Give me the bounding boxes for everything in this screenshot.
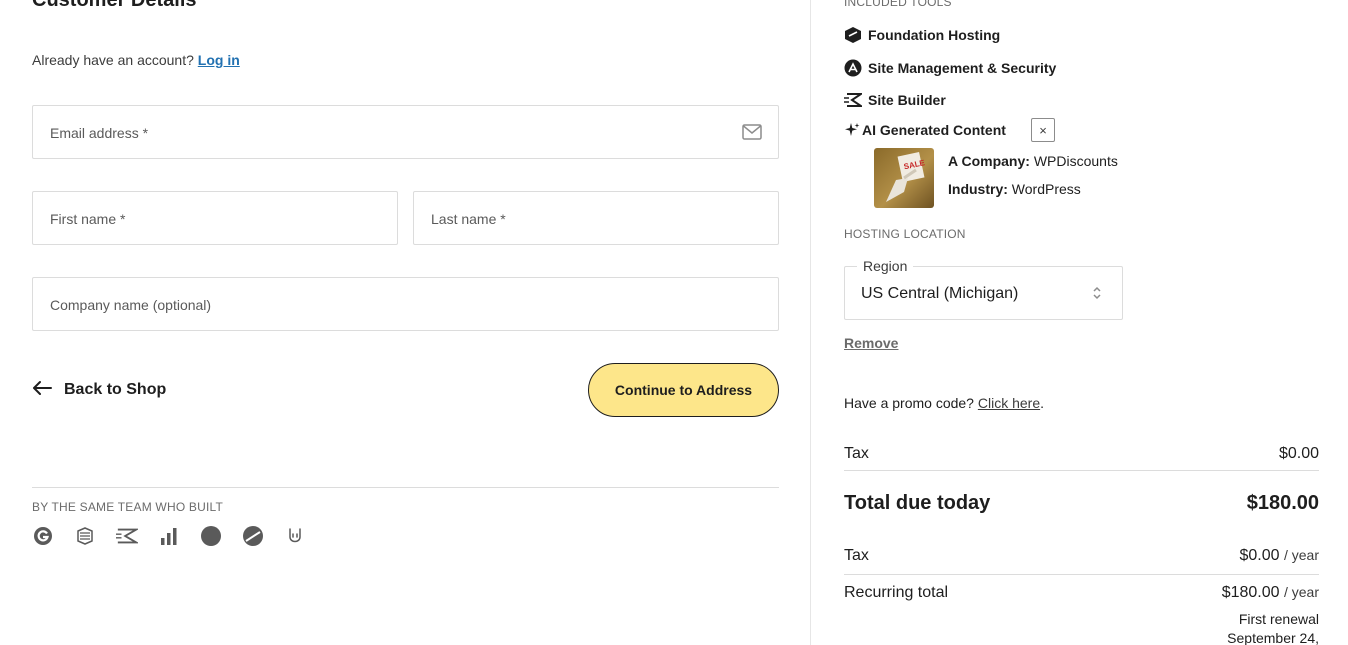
account-prompt-text: Already have an account? bbox=[32, 52, 194, 68]
frost-icon bbox=[74, 525, 96, 547]
tool-site-builder: Site Builder bbox=[844, 91, 946, 109]
tool-label: Foundation Hosting bbox=[868, 27, 1001, 43]
recurring-total-value: $180.00 bbox=[1221, 584, 1280, 601]
total-due-label: Total due today bbox=[844, 492, 991, 514]
brand-icons-row bbox=[32, 525, 306, 547]
customer-details-panel: Customer Details Already have an account… bbox=[0, 0, 811, 645]
email-field[interactable]: Email address * bbox=[32, 105, 779, 159]
tool-ai-content: AI Generated Content bbox=[844, 121, 1006, 139]
per-year-label: / year bbox=[1283, 547, 1319, 563]
promo-prompt: Have a promo code? bbox=[844, 395, 974, 411]
recurring-tax-amount: $0.00 / year bbox=[1239, 547, 1319, 565]
same-team-label: BY THE SAME TEAM WHO BUILT bbox=[32, 500, 224, 514]
slash-brand-icon bbox=[242, 525, 264, 547]
company-placeholder: Company name (optional) bbox=[50, 297, 212, 313]
genesis-icon bbox=[32, 525, 54, 547]
industry-meta: Industry: WordPress bbox=[948, 181, 1081, 197]
security-icon bbox=[844, 59, 862, 77]
tax-row: Tax $0.00 bbox=[844, 445, 1319, 463]
first-name-field[interactable]: First name * bbox=[32, 191, 398, 245]
included-tools-label: INCLUDED TOOLS bbox=[844, 0, 952, 9]
industry-value: WordPress bbox=[1011, 181, 1081, 197]
renewal-line-2: September 24, bbox=[1227, 630, 1319, 645]
last-name-field[interactable]: Last name * bbox=[413, 191, 779, 245]
sparkle-icon bbox=[844, 121, 860, 139]
page-title: Customer Details bbox=[32, 0, 197, 11]
arrow-left-icon bbox=[32, 380, 52, 401]
footer-divider bbox=[32, 487, 779, 488]
first-name-placeholder: First name * bbox=[50, 211, 126, 227]
account-prompt: Already have an account? Log in bbox=[32, 51, 240, 69]
promo-suffix: . bbox=[1040, 395, 1044, 411]
back-to-shop-link[interactable]: Back to Shop bbox=[32, 378, 166, 402]
analytics-icon bbox=[158, 525, 180, 547]
recurring-tax-value: $0.00 bbox=[1239, 547, 1280, 564]
company-key: A Company: bbox=[948, 153, 1030, 169]
recurring-total-label: Recurring total bbox=[844, 584, 949, 601]
renewal-line-1: First renewal bbox=[1238, 611, 1319, 627]
company-name-field[interactable]: Company name (optional) bbox=[32, 277, 779, 331]
region-select[interactable]: Region US Central (Michigan) bbox=[844, 257, 1123, 320]
ai-content-thumbnail: SALE bbox=[874, 148, 934, 208]
continue-to-address-button[interactable]: Continue to Address bbox=[588, 363, 779, 417]
recurring-total-row: Recurring total $180.00 / year bbox=[844, 584, 1319, 602]
tool-site-management: Site Management & Security bbox=[844, 59, 1056, 77]
email-placeholder: Email address * bbox=[50, 125, 149, 141]
back-to-shop-label: Back to Shop bbox=[64, 381, 167, 398]
tax-value: $0.00 bbox=[1278, 445, 1319, 462]
summary-divider bbox=[844, 470, 1319, 471]
order-summary-panel: INCLUDED TOOLS Foundation Hosting Site M… bbox=[812, 0, 1348, 645]
company-meta: A Company: WPDiscounts bbox=[948, 153, 1118, 169]
promo-line: Have a promo code? Click here. bbox=[844, 395, 1044, 411]
region-legend: Region bbox=[857, 257, 914, 275]
tax-label: Tax bbox=[844, 445, 869, 462]
kadence-icon bbox=[116, 525, 138, 547]
recurring-tax-label: Tax bbox=[844, 547, 869, 564]
remove-ai-content-button[interactable]: × bbox=[1031, 118, 1055, 142]
recurring-divider bbox=[844, 574, 1319, 575]
remove-link[interactable]: Remove bbox=[844, 335, 898, 351]
mail-icon bbox=[742, 124, 762, 145]
industry-key: Industry: bbox=[948, 181, 1008, 197]
hosting-location-label: HOSTING LOCATION bbox=[844, 227, 966, 241]
last-name-placeholder: Last name * bbox=[431, 211, 506, 227]
per-year-label: / year bbox=[1283, 584, 1319, 600]
tool-label: AI Generated Content bbox=[862, 122, 1006, 138]
recurring-total-amount: $180.00 / year bbox=[1222, 584, 1319, 602]
circle-brand-icon bbox=[200, 525, 222, 547]
recurring-tax-row: Tax $0.00 / year bbox=[844, 541, 1319, 565]
login-link[interactable]: Log in bbox=[198, 52, 240, 68]
builder-icon bbox=[844, 91, 862, 109]
company-value: WPDiscounts bbox=[1033, 153, 1118, 169]
tool-foundation-hosting: Foundation Hosting bbox=[844, 26, 1000, 44]
tool-label: Site Management & Security bbox=[868, 60, 1057, 76]
total-due-value: $180.00 bbox=[1246, 492, 1319, 514]
hand-brand-icon bbox=[284, 525, 306, 547]
total-due-row: Total due today $180.00 bbox=[844, 492, 1319, 515]
tool-label: Site Builder bbox=[868, 92, 946, 108]
region-value: US Central (Michigan) bbox=[861, 285, 1019, 302]
promo-click-here-link[interactable]: Click here bbox=[978, 395, 1040, 411]
select-arrows-icon bbox=[1092, 285, 1102, 301]
hosting-icon bbox=[844, 26, 862, 44]
renewal-note: First renewal September 24, bbox=[1227, 610, 1319, 645]
